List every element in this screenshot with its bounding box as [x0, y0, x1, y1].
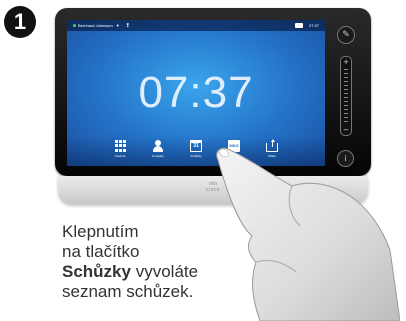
status-time: 07:37 [308, 23, 319, 28]
taskbar-label: Kontakty [152, 154, 164, 158]
person-icon [152, 140, 164, 152]
status-user-name[interactable]: Bernhard Johnsson [78, 23, 113, 28]
caption-line-4: seznam schůzek. [62, 282, 194, 301]
caption-line-3-rest: vyvoláte [130, 262, 199, 281]
taskbar-label: Ćiselník [114, 154, 126, 158]
grid-icon [114, 140, 126, 152]
camera-icon[interactable] [294, 23, 303, 28]
taskbar-item-contacts[interactable]: Kontakty [144, 136, 172, 166]
step-number-badge: 1 [4, 6, 36, 38]
volume-ticks [344, 69, 348, 123]
alert-icon[interactable]: ❢ [126, 23, 130, 29]
volume-down-icon[interactable]: − [341, 126, 351, 134]
caption-bold-term: Schůzky [62, 262, 131, 281]
presence-indicator [73, 24, 76, 27]
status-right: 07:37 [294, 23, 319, 28]
volume-up-icon[interactable]: + [341, 58, 351, 66]
mute-button[interactable]: ✎ [337, 26, 355, 44]
status-bar: Bernhard Johnsson ▼ ❢ 07:37 [67, 20, 325, 31]
taskbar-item-dialpad[interactable]: Ćiselník [106, 136, 134, 166]
volume-slider[interactable]: + − [340, 56, 352, 136]
caption-line-3: Schůzky vyvoláte [62, 262, 262, 282]
instruction-caption: Klepnutím na tlačítko Schůzky vyvoláte s… [62, 222, 262, 302]
chevron-down-icon[interactable]: ▼ [116, 23, 120, 28]
caption-line-2: na tlačítko [62, 242, 140, 261]
caption-line-1: Klepnutím [62, 222, 139, 241]
clock-display: 07:37 [138, 68, 254, 117]
